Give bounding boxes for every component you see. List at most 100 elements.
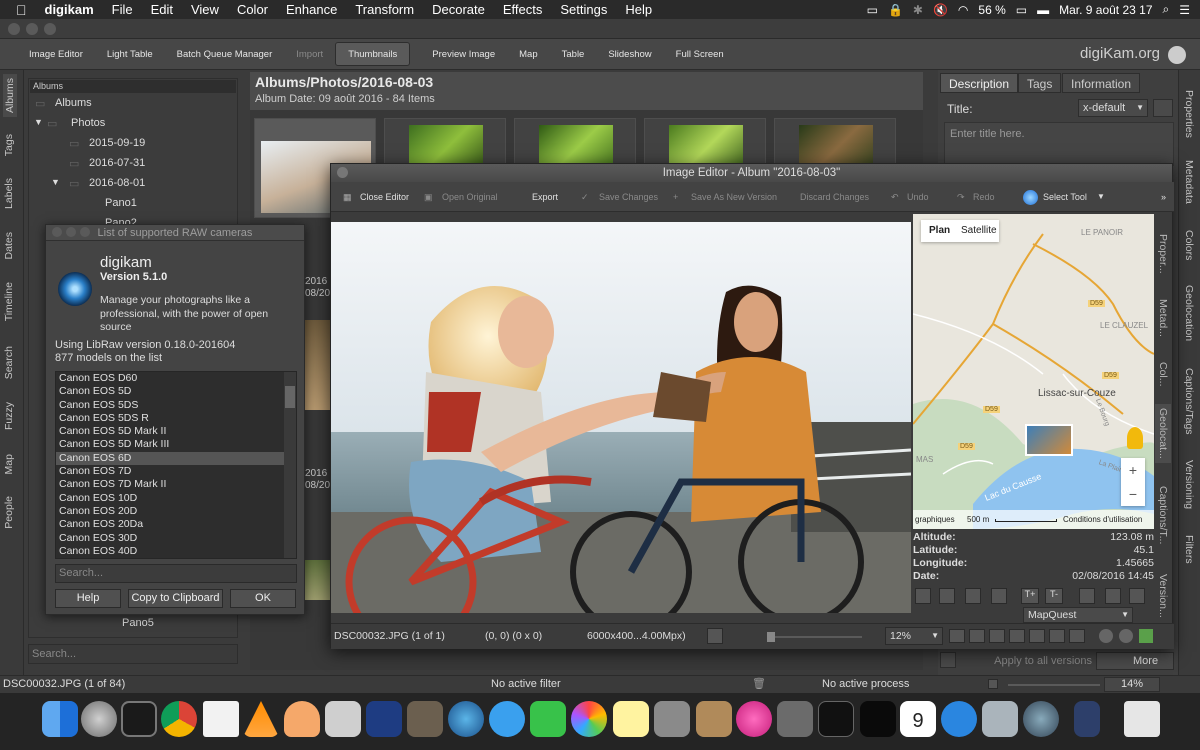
select-tool-button[interactable]: Select Tool xyxy=(1043,192,1087,202)
clock[interactable]: Mar. 9 août 23 17 xyxy=(1059,3,1152,17)
camera-list[interactable]: Canon EOS D60 Canon EOS 5D Canon EOS 5DS Ca… xyxy=(55,371,297,559)
language-add-button[interactable] xyxy=(1153,99,1173,117)
map-tool-button[interactable] xyxy=(1079,588,1095,604)
tree-node-2016-07-31[interactable]: 2016-07-31 xyxy=(89,157,145,169)
more-button[interactable]: More xyxy=(1096,652,1174,670)
camera-list-item[interactable]: Canon EOS 30D xyxy=(56,532,296,545)
right-tab-geolocation[interactable]: Geolocation xyxy=(1183,285,1195,341)
launchpad-icon[interactable] xyxy=(81,701,117,737)
app-icon[interactable] xyxy=(696,701,732,737)
camera-list-item[interactable]: Canon EOS 20Da xyxy=(56,518,296,531)
menu-enhance[interactable]: Enhance xyxy=(277,2,346,17)
toolbar-image-editor[interactable]: Image Editor xyxy=(17,42,95,66)
map-tool-button[interactable] xyxy=(965,588,981,604)
camera-list-item[interactable]: Canon EOS D60 xyxy=(56,372,296,385)
editor-zoom-select[interactable]: 12% ▼ xyxy=(885,627,943,645)
dialog-minimize-button[interactable] xyxy=(66,227,76,237)
camera-list-item[interactable]: Canon EOS 5DS xyxy=(56,399,296,412)
editor-tab-metadata[interactable]: Metad... xyxy=(1157,299,1169,337)
camera-search-input[interactable]: Search... xyxy=(55,564,297,583)
camera-list-item[interactable]: Canon EOS 10D xyxy=(56,492,296,505)
bluetooth-icon[interactable]: ✱ xyxy=(913,3,923,17)
facetime-icon[interactable] xyxy=(530,701,566,737)
editor-zoom-slider[interactable] xyxy=(767,632,862,642)
notes-icon[interactable] xyxy=(613,701,649,737)
revert-button[interactable] xyxy=(940,652,956,668)
messages-icon[interactable] xyxy=(489,701,525,737)
close-editor-button[interactable]: Close Editor xyxy=(360,192,409,202)
expand-arrow-icon[interactable]: ▼ xyxy=(51,177,60,187)
menu-file[interactable]: File xyxy=(103,2,142,17)
camera-list-item[interactable]: Canon EOS 5D xyxy=(56,385,296,398)
tree-node-pano1[interactable]: Pano1 xyxy=(105,197,137,209)
status-filter[interactable]: No active filter xyxy=(491,678,561,690)
app-icon[interactable] xyxy=(777,701,813,737)
app-store-icon[interactable] xyxy=(941,701,977,737)
overflow-icon[interactable]: » xyxy=(1161,192,1166,202)
map-zoom-out-button[interactable]: − xyxy=(1121,482,1145,506)
thumbnail-image[interactable] xyxy=(305,560,330,600)
map-satellite-button[interactable]: Satellite xyxy=(961,225,997,236)
open-original-button[interactable]: Open Original xyxy=(442,192,498,202)
editor-tab-captions[interactable]: Captions/T... xyxy=(1157,486,1169,544)
apple-icon[interactable]:  xyxy=(0,2,36,18)
apply-all-versions-button[interactable]: Apply to all versions xyxy=(962,652,1092,670)
title-textarea[interactable]: Enter title here. xyxy=(944,122,1174,166)
map-tool-button[interactable]: T+ xyxy=(1021,588,1039,604)
toolbar-map[interactable]: Map xyxy=(507,42,549,66)
tree-search-input[interactable]: Search... xyxy=(28,644,238,664)
tab-description[interactable]: Description xyxy=(940,73,1019,93)
menu-view[interactable]: View xyxy=(182,2,228,17)
map-tool-button[interactable] xyxy=(939,588,955,604)
menu-settings[interactable]: Settings xyxy=(551,2,616,17)
right-tab-versioning[interactable]: Versioning xyxy=(1183,460,1195,509)
map-tool-button[interactable]: T- xyxy=(1045,588,1063,604)
window-zoom-button[interactable] xyxy=(44,23,56,35)
mute-icon[interactable]: 🔇 xyxy=(933,3,948,17)
tab-tags[interactable]: Tags xyxy=(1018,73,1062,93)
digikam-dock-icon[interactable] xyxy=(448,701,484,737)
tab-information[interactable]: Information xyxy=(1062,73,1141,93)
editor-canvas[interactable] xyxy=(331,222,911,613)
notification-icon[interactable]: ☰ xyxy=(1179,3,1190,17)
editor-info-button[interactable] xyxy=(1099,629,1113,643)
menu-edit[interactable]: Edit xyxy=(142,2,182,17)
toolbar-table[interactable]: Table xyxy=(550,42,597,66)
tree-node-albums[interactable]: Albums xyxy=(55,97,92,109)
editor-close-button[interactable] xyxy=(337,167,348,178)
toolbar-light-table[interactable]: Light Table xyxy=(95,42,165,66)
expand-arrow-icon[interactable]: ▼ xyxy=(34,117,43,127)
camera-list-scrollbar[interactable] xyxy=(284,372,296,558)
editor-view-button[interactable] xyxy=(1009,629,1025,643)
camera-list-item[interactable]: Canon EOS 7D Mark II xyxy=(56,478,296,491)
map-conditions-link[interactable]: Conditions d'utilisation xyxy=(1063,515,1142,524)
camera-list-item[interactable]: Canon EOS 6D xyxy=(56,451,296,466)
left-tab-fuzzy[interactable]: Fuzzy xyxy=(3,402,15,430)
pegman-icon[interactable] xyxy=(1127,427,1143,449)
airplay-icon[interactable]: ▭ xyxy=(867,3,878,17)
window-close-button[interactable] xyxy=(8,23,20,35)
camera-list-item[interactable]: Canon EOS 5D Mark III xyxy=(56,438,296,451)
editor-view-button[interactable] xyxy=(949,629,965,643)
left-tab-tags[interactable]: Tags xyxy=(3,134,15,156)
menu-effects[interactable]: Effects xyxy=(494,2,552,17)
discard-changes-button[interactable]: Discard Changes xyxy=(800,192,869,202)
menu-decorate[interactable]: Decorate xyxy=(423,2,494,17)
terminal-icon[interactable] xyxy=(818,701,854,737)
editor-info-button[interactable] xyxy=(1119,629,1133,643)
editor-tab-colors[interactable]: Col... xyxy=(1157,362,1169,387)
finder-icon[interactable] xyxy=(42,701,78,737)
system-preferences-icon[interactable] xyxy=(654,701,690,737)
camera-list-item[interactable]: Canon EOS 5DS R xyxy=(56,412,296,425)
wifi-icon[interactable]: ◠ xyxy=(958,3,968,17)
menu-transform[interactable]: Transform xyxy=(346,2,423,17)
toolbar-import[interactable]: Import xyxy=(284,42,335,66)
toolbar-full-screen[interactable]: Full Screen xyxy=(664,42,736,66)
right-tab-colors[interactable]: Colors xyxy=(1183,230,1195,260)
battery-icon[interactable]: ▭ xyxy=(1016,3,1027,17)
tree-node-photos[interactable]: Photos xyxy=(71,117,105,129)
book-icon[interactable] xyxy=(1074,701,1100,737)
right-tab-filters[interactable]: Filters xyxy=(1183,535,1195,564)
mission-control-icon[interactable] xyxy=(121,701,157,737)
dialog-close-button[interactable] xyxy=(52,227,62,237)
